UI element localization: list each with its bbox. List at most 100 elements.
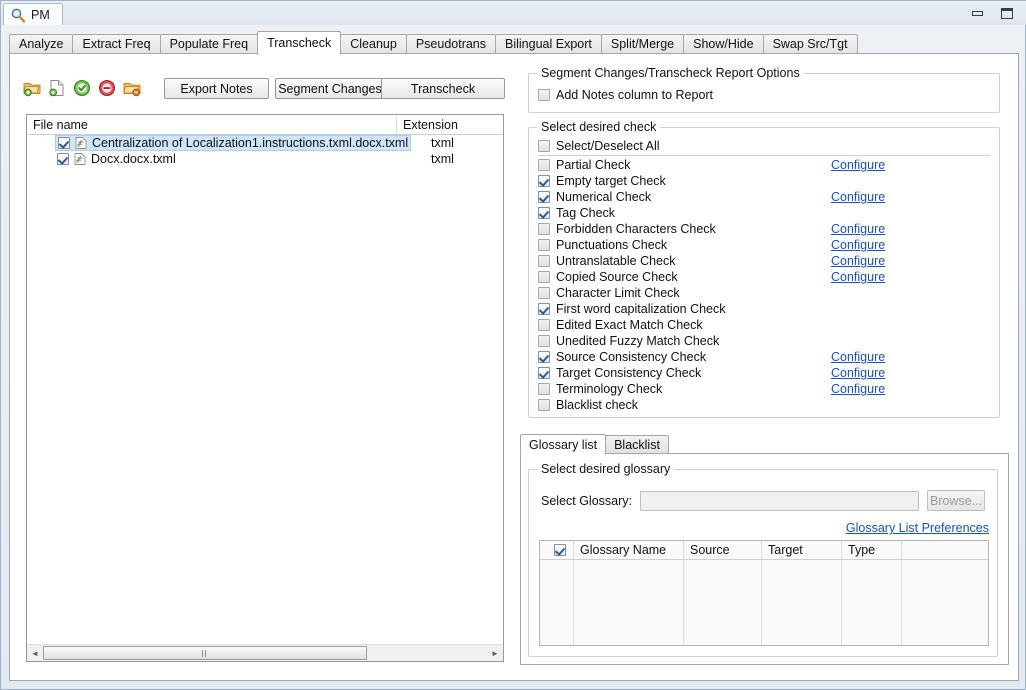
check-row-empty-target[interactable]: Empty target Check [538,173,990,189]
scrollbar-thumb[interactable] [43,646,368,660]
restore-button[interactable] [999,6,1015,20]
browse-button[interactable]: Browse... [927,490,985,511]
column-header-target[interactable]: Target [762,541,842,559]
check-label: Select/Deselect All [556,139,660,153]
check-label: Copied Source Check [556,270,678,284]
tab-pseudotrans[interactable]: Pseudotrans [405,34,497,54]
tab-split-merge[interactable]: Split/Merge [600,34,685,54]
tab-extract-freq[interactable]: Extract Freq [72,34,161,54]
scrollbar-track[interactable] [43,645,487,661]
configure-link-punctuations[interactable]: Configure [831,238,885,252]
column-header-glossary-name[interactable]: Glossary Name [574,541,684,559]
add-file-icon[interactable] [48,79,66,97]
check-row-partial[interactable]: Partial Check Configure [538,157,990,173]
file-checkbox[interactable] [57,153,69,165]
check-row-tag[interactable]: Tag Check [538,205,990,221]
tab-blacklist[interactable]: Blacklist [605,435,669,454]
configure-link-forbidden-characters[interactable]: Configure [831,222,885,236]
check-all-icon[interactable] [73,79,91,97]
add-notes-checkbox[interactable] [538,89,550,101]
configure-link-partial[interactable]: Configure [831,158,885,172]
check-row-terminology[interactable]: Terminology Check Configure [538,381,990,397]
check-checkbox[interactable] [538,223,550,235]
column-header-source[interactable]: Source [684,541,762,559]
check-checkbox[interactable] [538,351,550,363]
check-row-forbidden-characters[interactable]: Forbidden Characters Check Configure [538,221,990,237]
configure-link-copied-source[interactable]: Configure [831,270,885,284]
file-name-cell[interactable]: Centralization of Localization1.instruct… [55,135,412,151]
table-row[interactable]: Docx.docx.txml txml [27,151,503,167]
glossary-header-checkbox[interactable] [553,544,566,556]
check-row-blacklist[interactable]: Blacklist check [538,397,990,413]
check-row-untranslatable[interactable]: Untranslatable Check Configure [538,253,990,269]
tab-glossary-list[interactable]: Glossary list [520,434,607,455]
column-header-type[interactable]: Type [842,541,902,559]
app-tab-pm[interactable]: PM [3,3,63,25]
add-notes-label: Add Notes column to Report [556,88,714,102]
glossary-select-all-header[interactable] [540,541,574,559]
tab-bilingual-export[interactable]: Bilingual Export [495,34,602,54]
check-checkbox[interactable] [538,399,550,411]
check-row-unedited-fuzzy-match[interactable]: Unedited Fuzzy Match Check [538,333,990,349]
window-controls [961,2,1023,24]
check-checkbox[interactable] [538,383,550,395]
add-folder-icon[interactable] [23,79,41,97]
transcheck-button[interactable]: Transcheck [381,78,505,99]
column-header-filename[interactable]: File name [27,115,397,134]
configure-link-source-consistency[interactable]: Configure [831,350,885,364]
file-list[interactable]: File name Extension Centralization of Lo… [26,114,504,662]
glossary-table[interactable]: Glossary Name Source Target Type [539,540,989,646]
tab-cleanup[interactable]: Cleanup [340,34,407,54]
file-name-label: Centralization of Localization1.instruct… [92,136,409,150]
minimize-button[interactable] [969,6,985,20]
check-row-first-word-capitalization[interactable]: First word capitalization Check [538,301,990,317]
segment-changes-button[interactable]: Segment Changes [275,78,385,99]
check-checkbox[interactable] [538,159,550,171]
tab-transcheck[interactable]: Transcheck [257,31,342,55]
file-name-cell[interactable]: Docx.docx.txml [55,152,178,166]
table-row[interactable]: Centralization of Localization1.instruct… [27,135,503,151]
scroll-right-arrow-icon[interactable]: ► [487,645,503,661]
check-checkbox[interactable] [538,239,550,251]
export-notes-button[interactable]: Export Notes [164,78,269,99]
remove-folder-icon[interactable] [123,79,141,97]
check-checkbox[interactable] [538,175,550,187]
tab-populate-freq[interactable]: Populate Freq [159,34,259,54]
check-checkbox[interactable] [538,319,550,331]
configure-link-numerical[interactable]: Configure [831,190,885,204]
tab-swap-src-tgt[interactable]: Swap Src/Tgt [762,34,858,54]
glossary-list-preferences-link[interactable]: Glossary List Preferences [846,521,989,535]
configure-link-target-consistency[interactable]: Configure [831,366,885,380]
tab-show-hide[interactable]: Show/Hide [683,34,764,54]
check-checkbox[interactable] [538,287,550,299]
check-row-character-limit[interactable]: Character Limit Check [538,285,990,301]
select-all-checkbox[interactable] [538,140,550,152]
column-header-extension[interactable]: Extension [397,115,503,134]
check-checkbox[interactable] [538,255,550,267]
check-row-source-consistency[interactable]: Source Consistency Check Configure [538,349,990,365]
check-checkbox[interactable] [538,207,550,219]
select-glossary-input[interactable] [640,490,919,511]
check-checkbox[interactable] [538,271,550,283]
glossary-select-row: Select Glossary: Browse... [541,490,985,511]
scroll-left-arrow-icon[interactable]: ◄ [27,645,43,661]
add-notes-row[interactable]: Add Notes column to Report [538,88,713,102]
check-row-numerical[interactable]: Numerical Check Configure [538,189,990,205]
check-checkbox[interactable] [538,367,550,379]
file-list-horizontal-scrollbar[interactable]: ◄ ► [27,644,503,661]
file-checkbox[interactable] [58,137,70,149]
check-row-punctuations[interactable]: Punctuations Check Configure [538,237,990,253]
check-row-copied-source[interactable]: Copied Source Check Configure [538,269,990,285]
tab-analyze[interactable]: Analyze [9,34,74,54]
check-checkbox[interactable] [538,191,550,203]
report-options-group: Segment Changes/Transcheck Report Option… [528,66,1000,113]
uncheck-all-icon[interactable] [98,79,116,97]
configure-link-untranslatable[interactable]: Configure [831,254,885,268]
check-row-target-consistency[interactable]: Target Consistency Check Configure [538,365,990,381]
configure-link-terminology[interactable]: Configure [831,382,885,396]
check-checkbox[interactable] [538,335,550,347]
check-row-select-all[interactable]: Select/Deselect All [538,138,990,154]
tab-label: Populate Freq [169,37,249,51]
check-checkbox[interactable] [538,303,550,315]
check-row-edited-exact-match[interactable]: Edited Exact Match Check [538,317,990,333]
